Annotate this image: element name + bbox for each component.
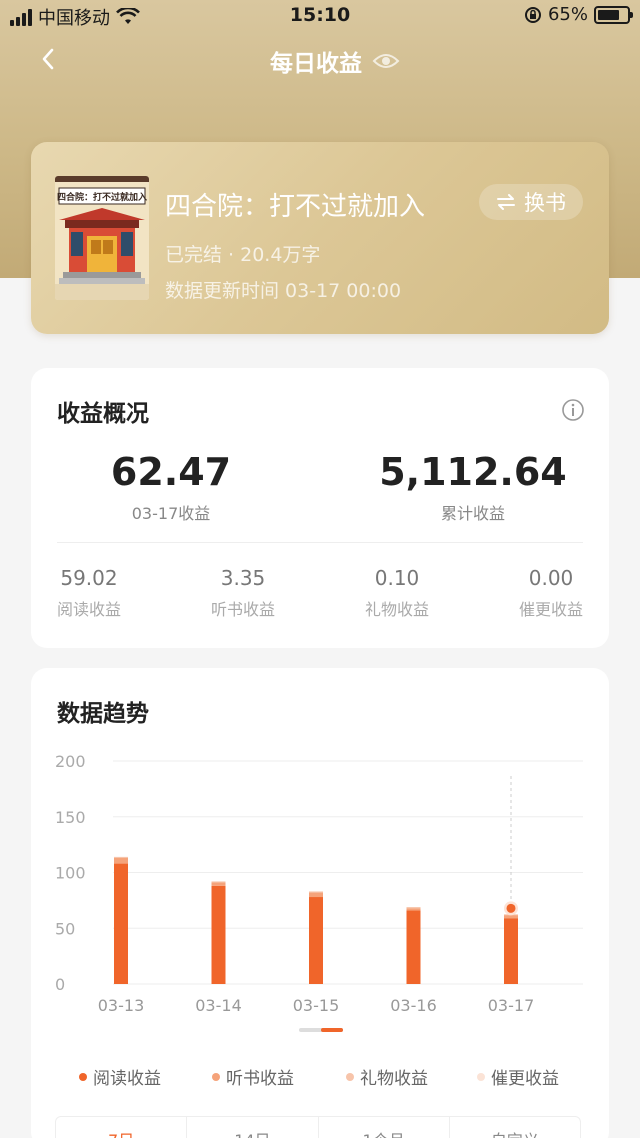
legend-dot — [477, 1072, 485, 1081]
bar-segment — [114, 863, 128, 984]
book-cover-illustration: 四合院：打不过就加入 — [55, 176, 149, 300]
swap-book-label: 换书 — [524, 191, 566, 215]
tab-1-month[interactable]: 1个月 — [319, 1117, 450, 1138]
cover-title-text: 四合院：打不过就加入 — [57, 191, 147, 203]
bar-segment — [114, 858, 128, 864]
info-icon[interactable] — [561, 398, 585, 422]
battery-icon — [594, 5, 633, 24]
y-tick-label: 100 — [55, 864, 86, 883]
urge-earnings-label: 催更收益 — [518, 600, 583, 619]
gift-earnings: 0.10 礼物收益 — [337, 566, 457, 620]
bar-segment — [406, 907, 421, 909]
chevron-left-icon — [42, 48, 54, 70]
bar-segment — [309, 891, 323, 893]
gift-earnings-label: 礼物收益 — [364, 600, 429, 619]
y-tick-label: 200 — [55, 752, 86, 771]
battery-percent: 65% — [547, 4, 588, 25]
y-tick-label: 0 — [55, 975, 65, 994]
bar-segment — [504, 918, 518, 984]
audio-earnings: 3.35 听书收益 — [183, 566, 303, 620]
x-tick-label: 03-17 — [488, 996, 535, 1015]
earnings-overview-card: 收益概况 62.47 03-17收益 5,112.64 累计收益 59.02 阅… — [31, 368, 609, 648]
book-meta: 已完结 · 20.4万字 — [165, 244, 321, 266]
reading-earnings: 59.02 阅读收益 — [29, 566, 149, 620]
bar-segment — [211, 881, 226, 883]
gift-earnings-value: 0.10 — [374, 566, 420, 590]
x-tick-label: 03-15 — [293, 996, 340, 1015]
bar-segment — [114, 856, 128, 859]
scroll-thumb — [321, 1028, 343, 1032]
back-button[interactable] — [34, 44, 64, 74]
eye-icon[interactable] — [372, 51, 400, 71]
legend-reading[interactable]: 阅读收益 — [79, 1064, 161, 1089]
audio-earnings-value: 3.35 — [220, 566, 266, 590]
legend-label: 听书收益 — [226, 1069, 294, 1089]
highlight-point — [506, 903, 516, 913]
swap-icon — [497, 194, 515, 210]
bar-segment — [211, 885, 226, 984]
data-update-time: 数据更新时间 03-17 00:00 — [165, 280, 402, 302]
legend-gift[interactable]: 礼物收益 — [346, 1064, 428, 1089]
overview-title: 收益概况 — [57, 401, 149, 427]
audio-earnings-label: 听书收益 — [210, 600, 275, 619]
tab-custom[interactable]: 自定义 — [450, 1117, 580, 1138]
bar-segment — [211, 882, 226, 886]
reading-earnings-value: 59.02 — [60, 566, 118, 590]
x-tick-label: 03-14 — [195, 996, 242, 1015]
range-tabs: 7日 14日 1个月 自定义 — [55, 1116, 581, 1138]
total-earnings-label: 累计收益 — [440, 504, 505, 523]
bar-segment — [309, 897, 323, 984]
swap-book-button[interactable]: 换书 — [479, 184, 583, 220]
page-title: 每日收益 — [270, 51, 362, 77]
legend-dot — [212, 1072, 220, 1081]
legend-urge[interactable]: 催更收益 — [477, 1064, 559, 1089]
status-bar: 中国移动 15:10 65% — [0, 0, 640, 34]
legend-label: 催更收益 — [491, 1069, 559, 1089]
tab-14-days[interactable]: 14日 — [187, 1117, 319, 1138]
legend-audio[interactable]: 听书收益 — [212, 1064, 294, 1089]
bar-segment — [406, 908, 421, 911]
book-card: 四合院：打不过就加入 四合院：打不过就加入 换书 已完结 · 20.4万字 数据… — [31, 142, 609, 334]
book-title: 四合院：打不过就加入 — [165, 192, 426, 222]
reading-earnings-label: 阅读收益 — [56, 600, 121, 619]
tab-7-days[interactable]: 7日 — [56, 1117, 188, 1138]
book-cover[interactable]: 四合院：打不过就加入 — [55, 176, 149, 300]
bar-segment — [406, 910, 421, 984]
urge-earnings-value: 0.00 — [528, 566, 574, 590]
total-earnings-value: 5,112.64 — [379, 450, 567, 494]
today-earnings-label: 03-17收益 — [131, 504, 211, 523]
orientation-lock-icon — [524, 6, 541, 23]
trend-chart[interactable]: 0 50 100 150 200 03-13 03-14 03-15 03-16 03-17 — [31, 668, 609, 1048]
divider — [57, 542, 583, 543]
urge-earnings: 0.00 催更收益 — [491, 566, 611, 620]
y-tick-label: 50 — [55, 919, 75, 938]
x-tick-label: 03-16 — [390, 996, 437, 1015]
bar-segment — [309, 892, 323, 898]
data-trend-card: 数据趋势 0 50 100 150 200 03-13 03-14 03-15 03-16 03-… — [31, 668, 609, 1138]
nav-bar: 每日收益 — [0, 38, 640, 82]
legend-label: 礼物收益 — [360, 1069, 428, 1089]
x-tick-label: 03-13 — [98, 996, 145, 1015]
today-earnings-value: 62.47 — [110, 450, 232, 494]
legend-dot — [79, 1072, 87, 1081]
y-tick-label: 150 — [55, 808, 86, 827]
legend-label: 阅读收益 — [93, 1069, 161, 1089]
legend-dot — [346, 1072, 354, 1081]
